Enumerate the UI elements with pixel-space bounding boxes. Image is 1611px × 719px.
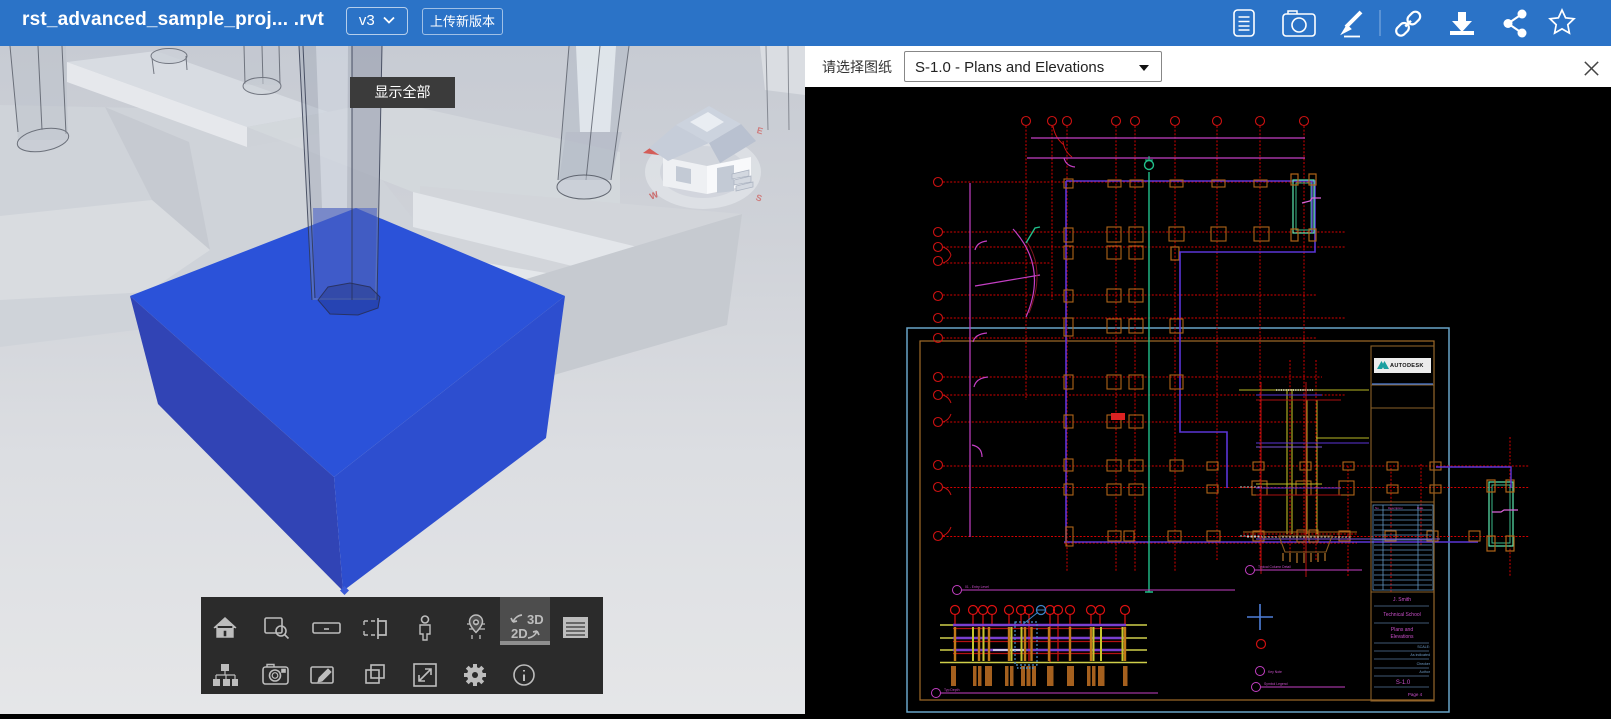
svg-text:Plans and: Plans and [1391, 627, 1413, 633]
svg-text:3D: 3D [527, 612, 544, 627]
svg-text:No: No [1375, 506, 1379, 510]
svg-text:S: S [754, 192, 763, 203]
svg-text:Symbol Legend: Symbol Legend [1264, 682, 1288, 686]
svg-text:Typ Depth: Typ Depth [944, 688, 960, 692]
svg-text:Description: Description [1388, 506, 1403, 510]
svg-text:S-1.0: S-1.0 [1396, 680, 1411, 686]
svg-text:Typical Column Detail: Typical Column Detail [1258, 565, 1291, 569]
svg-text:01 - Entry Level: 01 - Entry Level [965, 585, 989, 589]
svg-text:J. Smith: J. Smith [1393, 597, 1411, 603]
svg-text:SCALE:: SCALE: [1417, 645, 1430, 649]
svg-text:AUTODESK: AUTODESK [1390, 363, 1424, 369]
svg-text:Date: Date [1417, 506, 1424, 510]
svg-text:E: E [756, 125, 764, 136]
svg-text:Technical School: Technical School [1383, 612, 1421, 618]
svg-text:As indicated: As indicated [1410, 653, 1430, 657]
svg-text:2D: 2D [511, 626, 528, 641]
svg-text:Author: Author [1419, 670, 1430, 674]
svg-text:Page 4: Page 4 [1408, 692, 1423, 697]
svg-text:Elevations: Elevations [1390, 634, 1414, 640]
svg-text:Key Note: Key Note [1268, 670, 1282, 674]
svg-text:Checker: Checker [1417, 662, 1431, 666]
